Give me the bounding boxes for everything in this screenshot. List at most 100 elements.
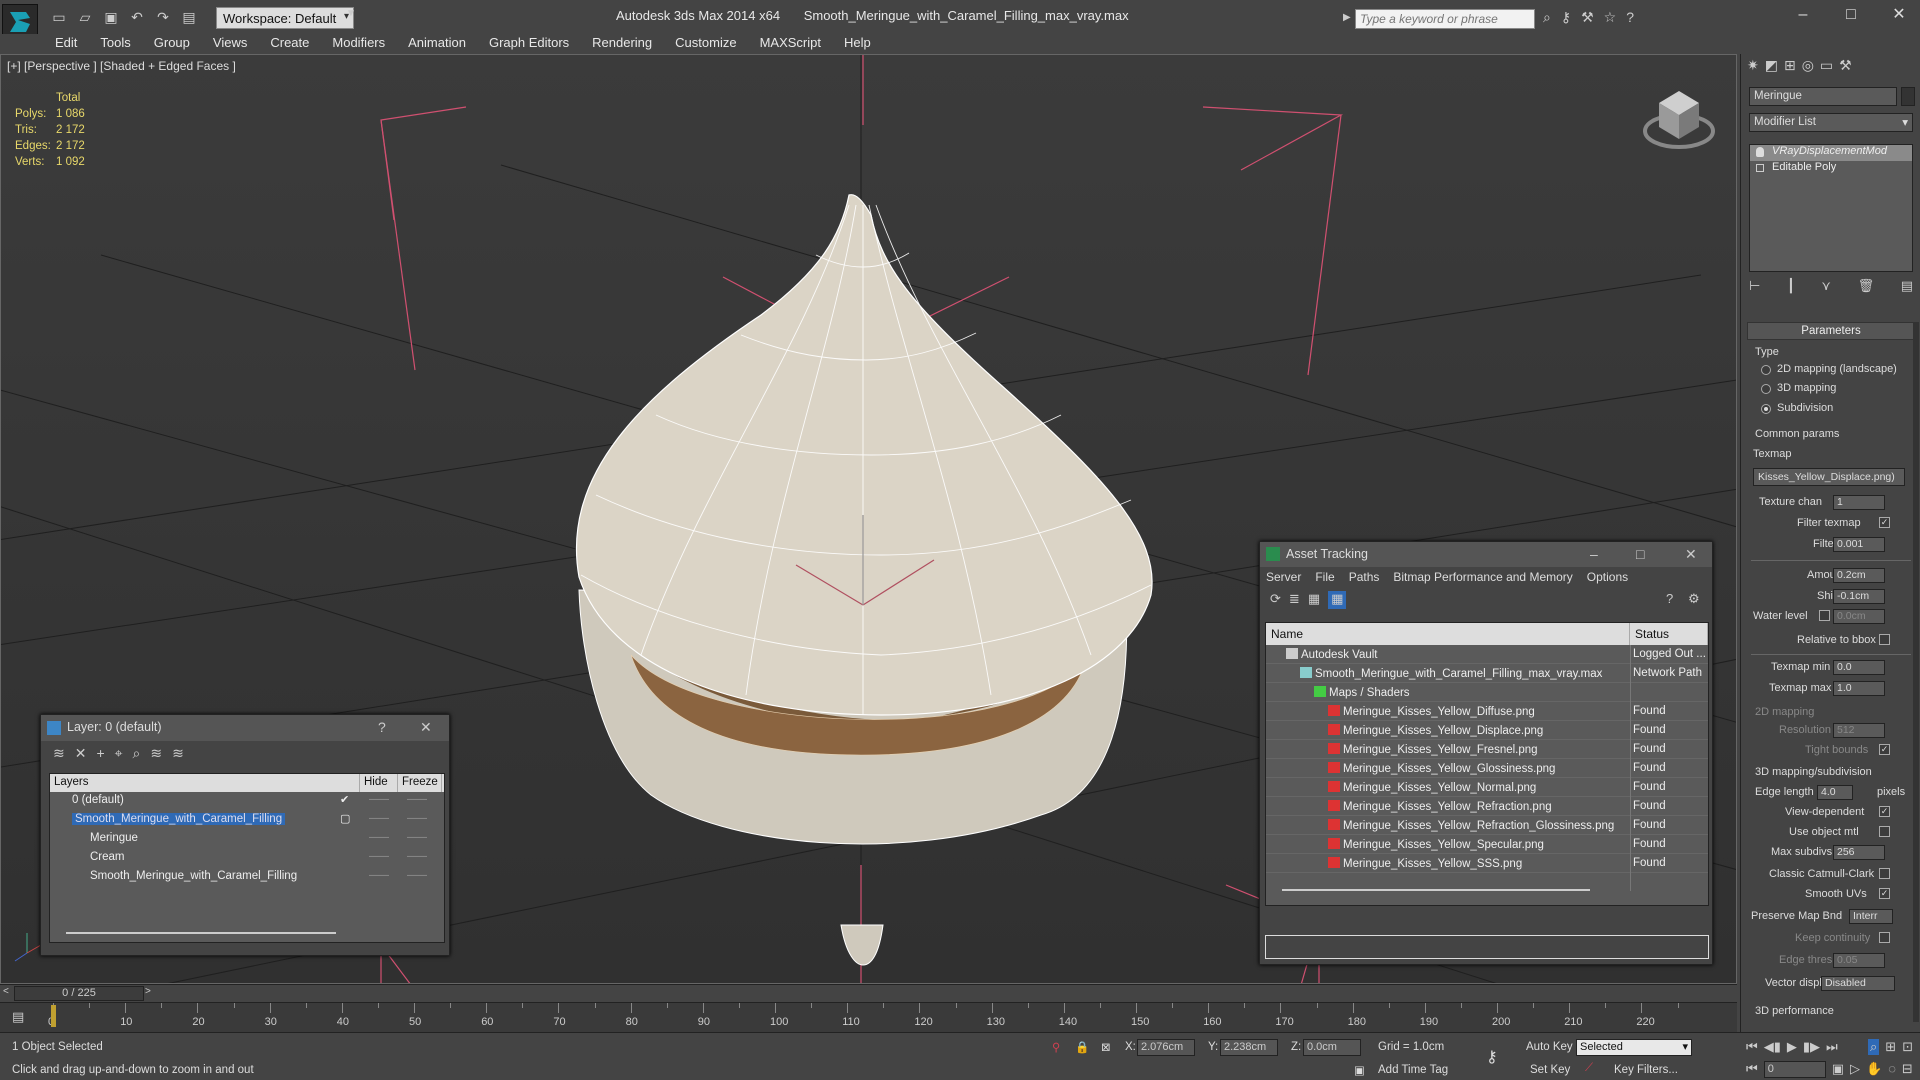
list-view-icon[interactable]: ≣	[1289, 591, 1300, 609]
help-icon[interactable]: ?	[1666, 591, 1673, 606]
create-tab-icon[interactable]: ✷	[1747, 57, 1759, 81]
horizontal-scrollbar[interactable]	[1282, 889, 1590, 891]
view-dependent-checkbox[interactable]: ✓	[1879, 806, 1890, 817]
track-bar[interactable]: ▤ 01020304050607080901001101201301401501…	[0, 1002, 1737, 1032]
display-tab-icon[interactable]: ▭	[1820, 57, 1833, 81]
zoom-icon[interactable]: ⌕	[1868, 1039, 1880, 1055]
menu-animation[interactable]: Animation	[408, 34, 466, 54]
menu-modifiers[interactable]: Modifiers	[332, 34, 385, 54]
close-icon[interactable]: ✕	[420, 719, 432, 736]
smooth-uvs-checkbox[interactable]: ✓	[1879, 888, 1890, 899]
water-level-spinner[interactable]: 0.0cm	[1833, 609, 1885, 624]
close-button[interactable]: ✕	[1884, 4, 1914, 28]
go-to-end-icon[interactable]: ⏭	[1826, 1039, 1838, 1055]
col-hide[interactable]: Hide	[360, 774, 398, 792]
texmap-max-spinner[interactable]: 1.0	[1833, 681, 1885, 696]
menu-edit[interactable]: Edit	[55, 34, 77, 54]
hierarchy-tab-icon[interactable]: ⊞	[1784, 57, 1796, 81]
layer-row[interactable]: Smooth_Meringue_with_Caramel_Filling ▢ —…	[50, 811, 444, 830]
layer-dialog-titlebar[interactable]: Layer: 0 (default) ? ✕	[41, 715, 449, 741]
meringue-object[interactable]	[575, 194, 1153, 966]
asset-row[interactable]: Meringue_Kisses_Yellow_Normal.png Found	[1266, 778, 1708, 797]
freeze-toggle[interactable]: ——	[407, 813, 427, 824]
field-of-view-icon[interactable]: ▷	[1850, 1061, 1860, 1078]
binoculars-icon[interactable]: ⌕	[1543, 9, 1551, 26]
expand-icon[interactable]	[1756, 164, 1764, 172]
undo-icon[interactable]: ↶	[126, 6, 148, 28]
time-slider-thumb[interactable]: 0 / 225	[14, 986, 144, 1001]
menu-server[interactable]: Server	[1266, 567, 1301, 587]
horizontal-scrollbar[interactable]	[66, 932, 336, 934]
asset-row[interactable]: Smooth_Meringue_with_Caramel_Filling_max…	[1266, 664, 1708, 683]
menu-create[interactable]: Create	[270, 34, 309, 54]
maximize-button[interactable]: □	[1836, 4, 1866, 28]
isolate-icon[interactable]: ⚲	[1052, 1040, 1060, 1054]
layer-row[interactable]: Smooth_Meringue_with_Caramel_Filling —— …	[50, 868, 444, 887]
highlight-layer-icon[interactable]: ≋	[150, 745, 162, 761]
parameters-rollout[interactable]: Parameters	[1747, 322, 1915, 340]
layer-row[interactable]: 0 (default) ✔ —— ——	[50, 792, 444, 811]
zoom-all-icon[interactable]: ⊞	[1885, 1039, 1896, 1055]
max-subdivs-spinner[interactable]: 256	[1833, 845, 1885, 860]
remove-modifier-icon[interactable]: 🗑	[1858, 278, 1875, 294]
time-slider[interactable]: < 0 / 225 >	[0, 984, 1737, 1002]
mini-curve-editor-icon[interactable]: ▤	[12, 1009, 24, 1025]
col-name[interactable]: Name	[1266, 623, 1630, 645]
hide-all-icon[interactable]: ≋	[172, 745, 184, 761]
asset-row[interactable]: Meringue_Kisses_Yellow_Fresnel.png Found	[1266, 740, 1708, 759]
project-folder-icon[interactable]: ▤	[178, 6, 200, 28]
lightbulb-icon[interactable]	[1756, 147, 1764, 157]
current-frame-marker[interactable]	[51, 1005, 56, 1027]
asset-dialog-titlebar[interactable]: Asset Tracking – □ ✕	[1260, 542, 1712, 567]
workspace-menu-arrow-icon[interactable]: ▼	[346, 8, 360, 28]
redo-icon[interactable]: ↷	[152, 6, 174, 28]
menu-options[interactable]: Options	[1587, 567, 1628, 587]
help-icon[interactable]: ?	[1626, 9, 1634, 26]
menu-rendering[interactable]: Rendering	[592, 34, 652, 54]
configure-sets-icon[interactable]: ▤	[1901, 278, 1913, 294]
type-2d-radio[interactable]	[1761, 365, 1771, 375]
play-icon[interactable]: ▶	[1787, 1039, 1797, 1055]
vector-displ-dropdown[interactable]: Disabled	[1821, 976, 1895, 991]
col-layers[interactable]: Layers	[50, 774, 360, 792]
asset-row[interactable]: Meringue_Kisses_Yellow_Refraction.png Fou…	[1266, 797, 1708, 816]
motion-tab-icon[interactable]: ◎	[1802, 57, 1814, 81]
menu-customize[interactable]: Customize	[675, 34, 736, 54]
next-key-icon[interactable]: ▮▶	[1803, 1039, 1820, 1055]
shift-spinner[interactable]: -0.1cm	[1833, 589, 1885, 604]
hide-toggle[interactable]: ——	[369, 851, 389, 862]
previous-frame-icon[interactable]: <	[3, 986, 9, 997]
freeze-toggle[interactable]: ——	[407, 870, 427, 881]
save-file-icon[interactable]: ▣	[100, 6, 122, 28]
asset-row[interactable]: Meringue_Kisses_Yellow_Diffuse.png Found	[1266, 702, 1708, 721]
asset-row[interactable]: Meringue_Kisses_Yellow_Refraction_Glossi…	[1266, 816, 1708, 835]
make-unique-icon[interactable]: ⋎	[1821, 278, 1831, 294]
go-to-start-icon[interactable]: ⏮	[1746, 1039, 1758, 1055]
select-layer-icon[interactable]: ⌕	[133, 745, 141, 761]
hide-toggle[interactable]: ——	[369, 870, 389, 881]
amount-spinner[interactable]: 0.2cm	[1833, 568, 1885, 583]
star-icon[interactable]: ☆	[1604, 9, 1617, 26]
time-config-icon[interactable]: ▣	[1832, 1061, 1844, 1078]
key-icon[interactable]: ⚷	[1561, 9, 1571, 26]
filter-texmap-checkbox[interactable]: ✓	[1879, 517, 1890, 528]
minimize-icon[interactable]: –	[1590, 546, 1598, 562]
add-icon[interactable]: +	[96, 745, 104, 761]
relative-bbox-checkbox[interactable]	[1879, 634, 1890, 645]
menu-maxscript[interactable]: MAXScript	[760, 34, 821, 54]
menu-tools[interactable]: Tools	[100, 34, 130, 54]
select-objects-icon[interactable]: ⌖	[115, 745, 123, 761]
viewport-label[interactable]: [+] [Perspective ] [Shaded + Edged Faces…	[7, 59, 236, 73]
asset-row[interactable]: Meringue_Kisses_Yellow_SSS.png Found	[1266, 854, 1708, 873]
freeze-toggle[interactable]: ——	[407, 832, 427, 843]
edge-length-spinner[interactable]: 4.0	[1817, 785, 1853, 800]
refresh-icon[interactable]: ⟳	[1270, 591, 1281, 609]
hide-toggle[interactable]: ——	[369, 832, 389, 843]
next-frame-icon[interactable]: >	[145, 986, 151, 997]
selection-set-dropdown[interactable]: Selected ▾	[1576, 1039, 1692, 1056]
orbit-icon[interactable]: ◌	[1888, 1061, 1896, 1078]
current-frame-field[interactable]: 0	[1763, 1061, 1826, 1078]
table-view-icon[interactable]: ▦	[1328, 591, 1347, 609]
search-expand-icon[interactable]: ▶	[1343, 12, 1351, 23]
modifier-list-dropdown[interactable]: Modifier List ▾	[1749, 113, 1913, 132]
